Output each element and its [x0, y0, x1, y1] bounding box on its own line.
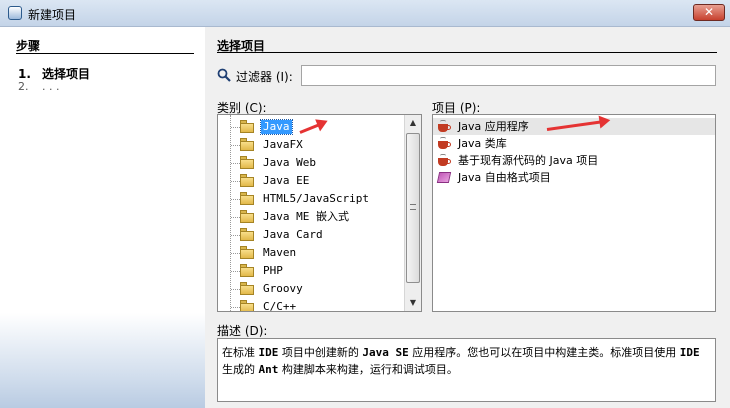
step-item-2: 2. . . .	[18, 80, 59, 93]
window-title: 新建项目	[28, 8, 77, 22]
category-label: Java Card	[263, 228, 323, 241]
category-label: Maven	[263, 246, 297, 259]
folder-icon	[240, 138, 254, 151]
project-label: 基于现有源代码的 Java 项目	[458, 154, 599, 167]
folder-icon	[240, 210, 254, 223]
steps-panel: 步骤 1. 选择项目 2. . . .	[0, 27, 205, 408]
categories-tree[interactable]: Java JavaFX Java Web Java EE HTML5/JavaS…	[217, 114, 422, 312]
filter-input[interactable]	[301, 65, 716, 86]
category-label: HTML5/JavaScript	[263, 192, 369, 205]
netbeans-app-icon	[8, 6, 22, 20]
scroll-up-arrow-icon[interactable]: ▲	[405, 115, 421, 131]
project-label: Java 应用程序	[458, 120, 529, 133]
java-cup-icon	[436, 120, 452, 133]
close-button[interactable]: ✕	[693, 4, 725, 21]
category-item-java-card[interactable]: Java Card	[218, 226, 406, 244]
project-item-java-free-form[interactable]: Java 自由格式项目	[433, 169, 715, 186]
category-item-java-me-embedded[interactable]: Java ME 嵌入式	[218, 208, 406, 226]
filter-label: 过滤器 (I):	[236, 70, 293, 84]
category-item-maven[interactable]: Maven	[218, 244, 406, 262]
java-cup-icon	[436, 154, 452, 167]
category-label: Java ME 嵌入式	[263, 210, 349, 223]
category-item-java-ee[interactable]: Java EE	[218, 172, 406, 190]
folder-icon	[240, 192, 254, 205]
step-label: 选择项目	[42, 67, 91, 81]
category-item-c-cpp[interactable]: C/C++	[218, 298, 406, 312]
title-divider	[217, 52, 717, 53]
projects-list[interactable]: Java 应用程序 Java 类库 基于现有源代码的 Java 项目 Java …	[432, 114, 716, 312]
category-label: Java	[260, 119, 293, 135]
java-cup-icon	[436, 137, 452, 150]
folder-icon	[240, 264, 254, 277]
project-item-java-existing-sources[interactable]: 基于现有源代码的 Java 项目	[433, 152, 715, 169]
category-item-groovy[interactable]: Groovy	[218, 280, 406, 298]
folder-icon	[240, 120, 254, 133]
folder-icon	[240, 300, 254, 311]
category-item-javafx[interactable]: JavaFX	[218, 136, 406, 154]
title-bar: 新建项目 ✕	[0, 0, 730, 27]
category-item-java-web[interactable]: Java Web	[218, 154, 406, 172]
steps-divider	[16, 53, 194, 54]
step-label: . . .	[42, 80, 60, 93]
description-text: 在标准 IDE 项目中创建新的 Java SE 应用程序。您也可以在项目中构建主…	[217, 338, 716, 402]
project-item-java-class-library[interactable]: Java 类库	[433, 135, 715, 152]
project-label: Java 类库	[458, 137, 507, 150]
scroll-down-arrow-icon[interactable]: ▼	[405, 295, 421, 311]
steps-heading: 步骤	[16, 39, 41, 53]
scrollbar-thumb[interactable]	[406, 133, 420, 283]
category-label: Java EE	[263, 174, 310, 187]
category-item-html5-javascript[interactable]: HTML5/JavaScript	[218, 190, 406, 208]
folder-icon	[240, 282, 254, 295]
freeform-project-icon	[436, 171, 452, 184]
category-item-php[interactable]: PHP	[218, 262, 406, 280]
categories-scrollbar[interactable]: ▲ ▼	[404, 115, 421, 311]
steps-panel-gradient	[0, 313, 205, 408]
category-label: JavaFX	[263, 138, 303, 151]
step-number: 1.	[18, 67, 31, 81]
search-icon	[217, 68, 231, 82]
folder-icon	[240, 174, 254, 187]
category-label: C/C++	[263, 300, 297, 312]
category-label: Java Web	[263, 156, 316, 169]
folder-icon	[240, 156, 254, 169]
description-label: 描述 (D):	[217, 324, 268, 338]
project-label: Java 自由格式项目	[458, 171, 551, 184]
category-label: PHP	[263, 264, 283, 277]
step-number: 2.	[18, 80, 29, 93]
category-label: Groovy	[263, 282, 303, 295]
folder-icon	[240, 228, 254, 241]
folder-icon	[240, 246, 254, 259]
